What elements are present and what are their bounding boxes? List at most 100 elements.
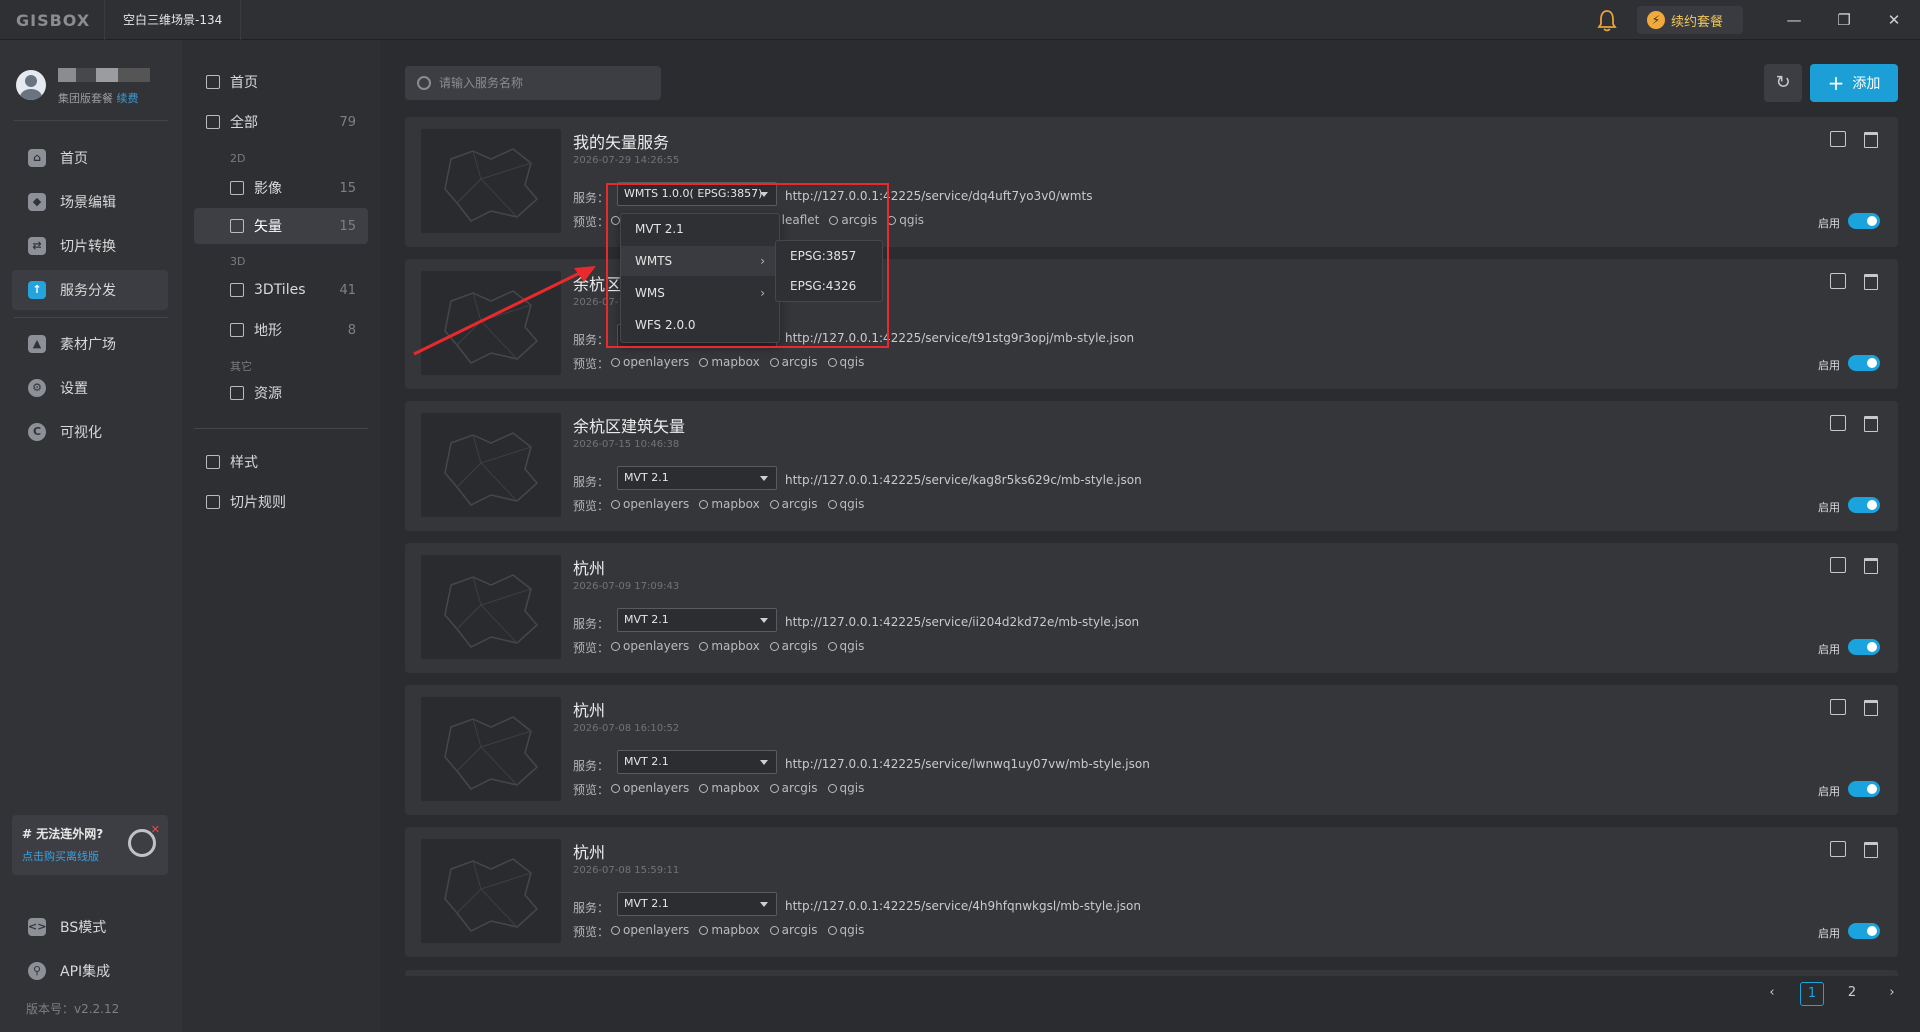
search-input[interactable] — [439, 76, 639, 90]
service-url[interactable]: http://127.0.0.1:42225/service/kag8r5ks6… — [785, 473, 1142, 487]
trash-icon[interactable] — [1864, 700, 1878, 716]
preview-link-arcgis[interactable]: arcgis — [769, 355, 818, 369]
service-url[interactable]: http://127.0.0.1:42225/service/4h9hfqnwk… — [785, 899, 1141, 913]
preview-link-mapbox[interactable]: mapbox — [699, 639, 760, 653]
renew-plan-button[interactable]: ⚡ 续约套餐 — [1637, 6, 1743, 34]
preview-link-arcgis[interactable]: arcgis — [769, 639, 818, 653]
preview-link-mapbox[interactable]: mapbox — [699, 355, 760, 369]
service-card: 杭州 2026-07-08 16:10:52 服务： MVT 2.1 http:… — [405, 685, 1898, 815]
subnav-imagery[interactable]: 影像 15 — [194, 170, 368, 206]
page-1[interactable]: 1 — [1800, 982, 1824, 1006]
preview-link-arcgis[interactable]: arcgis — [769, 497, 818, 511]
nav-item-service-publish[interactable]: ↑ 服务分发 — [12, 270, 168, 310]
highlight-box — [606, 183, 889, 348]
preview-link-qgis[interactable]: qgis — [827, 639, 864, 653]
trash-icon[interactable] — [1864, 274, 1878, 290]
sub-nav: 首页 全部 79 2D 影像 15 矢量 15 3D 3DTiles 41 地形 8 其它… — [182, 40, 380, 1032]
search-box[interactable] — [405, 66, 661, 100]
nav-item-api[interactable]: ⚲ API集成 — [12, 951, 168, 991]
preview-link-qgis[interactable]: qgis — [887, 213, 924, 227]
nav-item-visualization[interactable]: C 可视化 — [12, 412, 168, 452]
enabled-toggle[interactable] — [1848, 213, 1880, 229]
preview-link-mapbox[interactable]: mapbox — [699, 923, 760, 937]
trash-icon[interactable] — [1864, 416, 1878, 432]
preview-link-arcgis[interactable]: arcgis — [769, 923, 818, 937]
window-tab-title[interactable]: 空白三维场景-134 — [104, 0, 242, 40]
nav-item-tile-convert[interactable]: ⇄ 切片转换 — [12, 226, 168, 266]
subnav-tile-rule[interactable]: 切片规则 — [194, 484, 368, 520]
edit-icon[interactable] — [1830, 841, 1846, 857]
edit-icon[interactable] — [1830, 415, 1846, 431]
qgis-icon — [827, 641, 837, 651]
enabled-toggle[interactable] — [1848, 923, 1880, 939]
preview-links: openlayers mapbox arcgis qgis — [611, 497, 864, 511]
renew-link[interactable]: 续费 — [117, 92, 139, 105]
preview-link-mapbox[interactable]: mapbox — [699, 497, 760, 511]
edit-icon[interactable] — [1830, 131, 1846, 147]
preview-link-openlayers[interactable]: openlayers — [611, 923, 689, 937]
group-label-other: 其它 — [230, 360, 252, 373]
offline-promo[interactable]: # 无法连外网? 点击购买离线版 ✕ — [12, 815, 168, 875]
edit-icon[interactable] — [1830, 699, 1846, 715]
enabled-toggle[interactable] — [1848, 639, 1880, 655]
restore-icon[interactable]: ❐ — [1834, 10, 1854, 30]
preview-link-openlayers[interactable]: openlayers — [611, 497, 689, 511]
group-label-3d: 3D — [230, 255, 246, 268]
mapbox-icon — [699, 925, 709, 935]
service-date: 2026-07-29 14:26:55 — [573, 155, 680, 166]
close-icon[interactable]: ✕ — [1884, 10, 1904, 30]
subnav-terrain[interactable]: 地形 8 — [194, 312, 368, 348]
preview-link-arcgis[interactable]: arcgis — [769, 781, 818, 795]
nav-item-scene-edit[interactable]: ◆ 场景编辑 — [12, 182, 168, 222]
service-type-select[interactable]: MVT 2.1 — [617, 608, 777, 632]
service-title: 杭州 — [573, 843, 606, 862]
prev-page-icon[interactable]: ‹ — [1760, 982, 1784, 1006]
service-type-select[interactable]: MVT 2.1 — [617, 892, 777, 916]
nav-item-settings[interactable]: ⚙ 设置 — [12, 368, 168, 408]
arcgis-icon — [769, 641, 779, 651]
preview-link-openlayers[interactable]: openlayers — [611, 639, 689, 653]
refresh-button[interactable]: ↻ — [1764, 64, 1802, 102]
api-icon: ⚲ — [28, 962, 46, 980]
map-thumbnail — [421, 839, 561, 943]
nav-item-bs-mode[interactable]: <> BS模式 — [12, 907, 168, 947]
subnav-home[interactable]: 首页 — [194, 64, 368, 100]
next-page-icon[interactable]: › — [1880, 982, 1904, 1006]
subnav-style[interactable]: 样式 — [194, 444, 368, 480]
enabled-toggle[interactable] — [1848, 497, 1880, 513]
document-icon — [206, 495, 220, 509]
preview-link-qgis[interactable]: qgis — [827, 923, 864, 937]
bell-icon[interactable] — [1596, 8, 1618, 32]
group-label-2d: 2D — [230, 152, 246, 165]
preview-link-qgis[interactable]: qgis — [827, 497, 864, 511]
preview-link-openlayers[interactable]: openlayers — [611, 781, 689, 795]
page-2[interactable]: 2 — [1840, 982, 1864, 1006]
trash-icon[interactable] — [1864, 842, 1878, 858]
trash-icon[interactable] — [1864, 132, 1878, 148]
subnav-all[interactable]: 全部 79 — [194, 104, 368, 140]
service-type-select[interactable]: MVT 2.1 — [617, 466, 777, 490]
edit-icon[interactable] — [1830, 273, 1846, 289]
subnav-3dtiles[interactable]: 3DTiles 41 — [194, 272, 368, 308]
nav-item-home[interactable]: ⌂ 首页 — [12, 138, 168, 178]
preview-link-qgis[interactable]: qgis — [827, 781, 864, 795]
edit-icon[interactable] — [1830, 557, 1846, 573]
subnav-resource[interactable]: 资源 — [194, 375, 368, 411]
preview-link-openlayers[interactable]: openlayers — [611, 355, 689, 369]
nav-item-asset-square[interactable]: ▲ 素材广场 — [12, 324, 168, 364]
subnav-vector[interactable]: 矢量 15 — [194, 208, 368, 244]
preview-link-qgis[interactable]: qgis — [827, 355, 864, 369]
close-promo-icon[interactable]: ✕ — [151, 823, 160, 836]
service-date: 2026-07-15 10:46:38 — [573, 439, 680, 450]
enabled-toggle[interactable] — [1848, 781, 1880, 797]
preview-link-mapbox[interactable]: mapbox — [699, 781, 760, 795]
minimize-icon[interactable]: — — [1784, 10, 1804, 30]
user-profile[interactable]: 集团版套餐 续费 — [16, 62, 176, 110]
service-url[interactable]: http://127.0.0.1:42225/service/lwnwq1uy0… — [785, 757, 1150, 771]
service-type-select[interactable]: MVT 2.1 — [617, 750, 777, 774]
trash-icon[interactable] — [1864, 558, 1878, 574]
add-button[interactable]: + 添加 — [1810, 64, 1898, 102]
enabled-toggle[interactable] — [1848, 355, 1880, 371]
service-url[interactable]: http://127.0.0.1:42225/service/ii204d2kd… — [785, 615, 1139, 629]
qgis-icon — [827, 357, 837, 367]
